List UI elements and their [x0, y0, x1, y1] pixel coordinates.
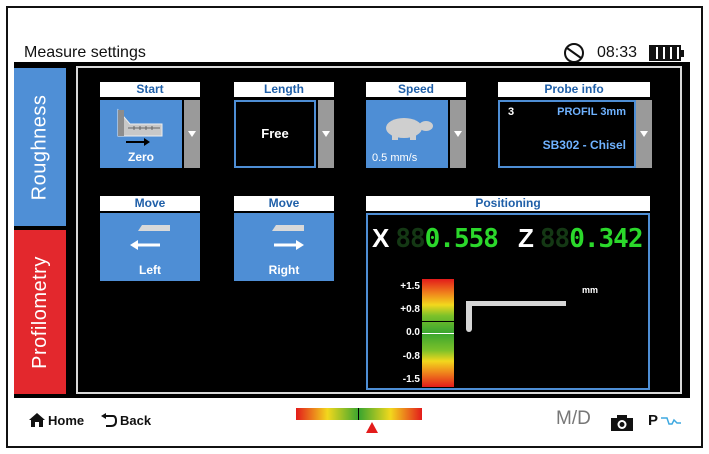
scale-label-p15: +1.5 — [400, 281, 420, 292]
start-label: Start — [100, 82, 200, 97]
length-value: Free — [261, 126, 289, 141]
level-gauge — [422, 279, 454, 387]
length-label: Length — [234, 82, 334, 97]
profile-mode-button[interactable]: P — [648, 412, 682, 429]
md-button[interactable]: M/D — [556, 408, 591, 430]
z-readout: Z 88 0.342 — [518, 223, 643, 254]
page-title: Measure settings — [24, 44, 146, 61]
z-ghost-digits: 88 — [539, 223, 570, 254]
speed-dropdown-arrow[interactable] — [450, 100, 466, 168]
unit-label: mm — [581, 285, 598, 295]
x-readout: X 88 0.558 — [372, 223, 499, 254]
length-dropdown-arrow[interactable] — [318, 100, 334, 168]
battery-icon — [649, 45, 684, 61]
scale-label-m15: -1.5 — [402, 374, 420, 385]
scale-label-p08: +0.8 — [400, 304, 420, 315]
start-dropdown-arrow[interactable] — [184, 100, 200, 168]
move-left-value: Left — [139, 263, 161, 277]
profile-wave-icon — [661, 416, 682, 425]
back-label: Back — [120, 412, 152, 428]
settings-panel: Start Zero Length Free Speed 0.5 mm/s Pr… — [76, 66, 682, 394]
back-button[interactable]: Back — [100, 412, 151, 428]
positioning-panel: X 88 0.558 Z 88 0.342 +1.5 +0.8 0.0 -0.8… — [366, 213, 650, 390]
probe-name: SB302 - Chisel — [542, 138, 626, 152]
position-marker-icon — [366, 422, 378, 433]
home-button[interactable]: Home — [28, 412, 84, 428]
move-left-button[interactable]: Left — [100, 213, 200, 281]
length-button[interactable]: Free — [234, 100, 316, 168]
tab-roughness[interactable]: Roughness — [14, 68, 66, 226]
start-button[interactable]: Zero — [100, 100, 182, 168]
probe-index: 3 — [508, 106, 515, 118]
probe-info-label: Probe info — [498, 82, 650, 97]
x-axis-label: X — [372, 223, 390, 253]
clock: 08:33 — [596, 44, 637, 61]
main-area: Roughness Profilometry Start Zero Length… — [14, 62, 690, 398]
level-zero-line — [422, 333, 454, 334]
probe-profile: PROFIL 3mm — [557, 106, 626, 118]
speed-button[interactable]: 0.5 mm/s — [366, 100, 448, 168]
profile-mode-label: P — [648, 412, 659, 429]
home-icon — [29, 413, 45, 427]
speed-label: Speed — [366, 82, 466, 97]
tab-profilometry[interactable]: Profilometry — [14, 230, 66, 394]
start-value: Zero — [127, 150, 154, 164]
arrow-right-icon — [272, 225, 304, 250]
start-zero-icon — [117, 108, 163, 146]
turtle-icon — [386, 118, 433, 140]
speed-value: 0.5 mm/s — [372, 152, 418, 164]
arrow-left-icon — [130, 225, 170, 250]
x-ghost-digits: 88 — [395, 223, 425, 254]
move-right-label: Move — [234, 196, 334, 211]
positioning-label: Positioning — [366, 196, 650, 211]
status-bar: 08:33 — [563, 42, 684, 64]
home-label: Home — [48, 412, 85, 428]
scale-label-m08: -0.8 — [402, 351, 420, 362]
move-right-button[interactable]: Right — [234, 213, 334, 281]
footer-bar: Home Back M/D P — [0, 400, 709, 450]
probe-dropdown-arrow[interactable] — [636, 100, 652, 168]
tab-roughness-label: Roughness — [28, 94, 51, 200]
back-icon — [101, 413, 118, 427]
z-value: 0.342 — [569, 223, 643, 254]
no-connection-icon — [563, 43, 584, 63]
tab-profilometry-label: Profilometry — [28, 255, 51, 369]
camera-icon[interactable] — [610, 414, 634, 432]
probe-info-button[interactable]: 3 PROFIL 3mm SB302 - Chisel — [498, 100, 636, 168]
move-right-value: Right — [268, 263, 300, 277]
probe-position-icon — [466, 301, 566, 332]
z-axis-label: Z — [518, 223, 534, 253]
position-bar — [296, 408, 422, 420]
move-left-label: Move — [100, 196, 200, 211]
x-value: 0.558 — [424, 223, 499, 254]
level-indicator — [422, 321, 454, 322]
scale-label-00: 0.0 — [406, 327, 420, 338]
position-bar-center — [358, 408, 359, 420]
